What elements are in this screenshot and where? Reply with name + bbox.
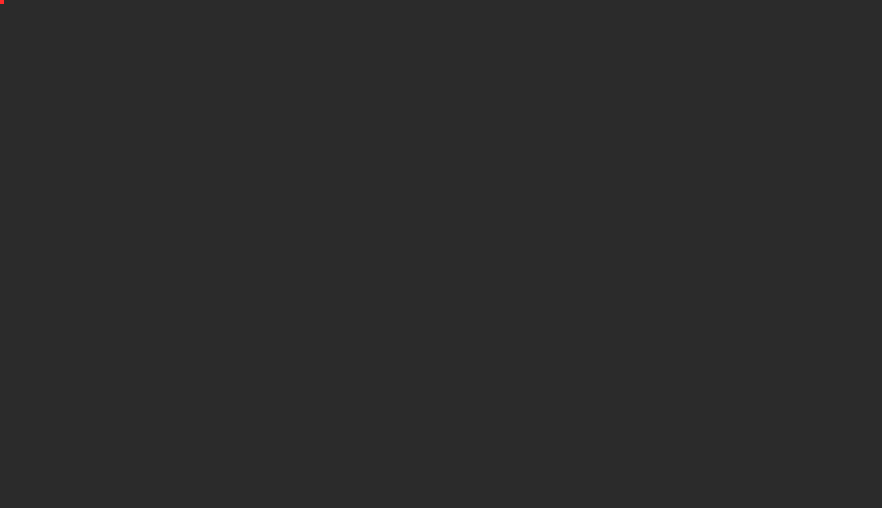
highlight-box xyxy=(0,0,4,4)
